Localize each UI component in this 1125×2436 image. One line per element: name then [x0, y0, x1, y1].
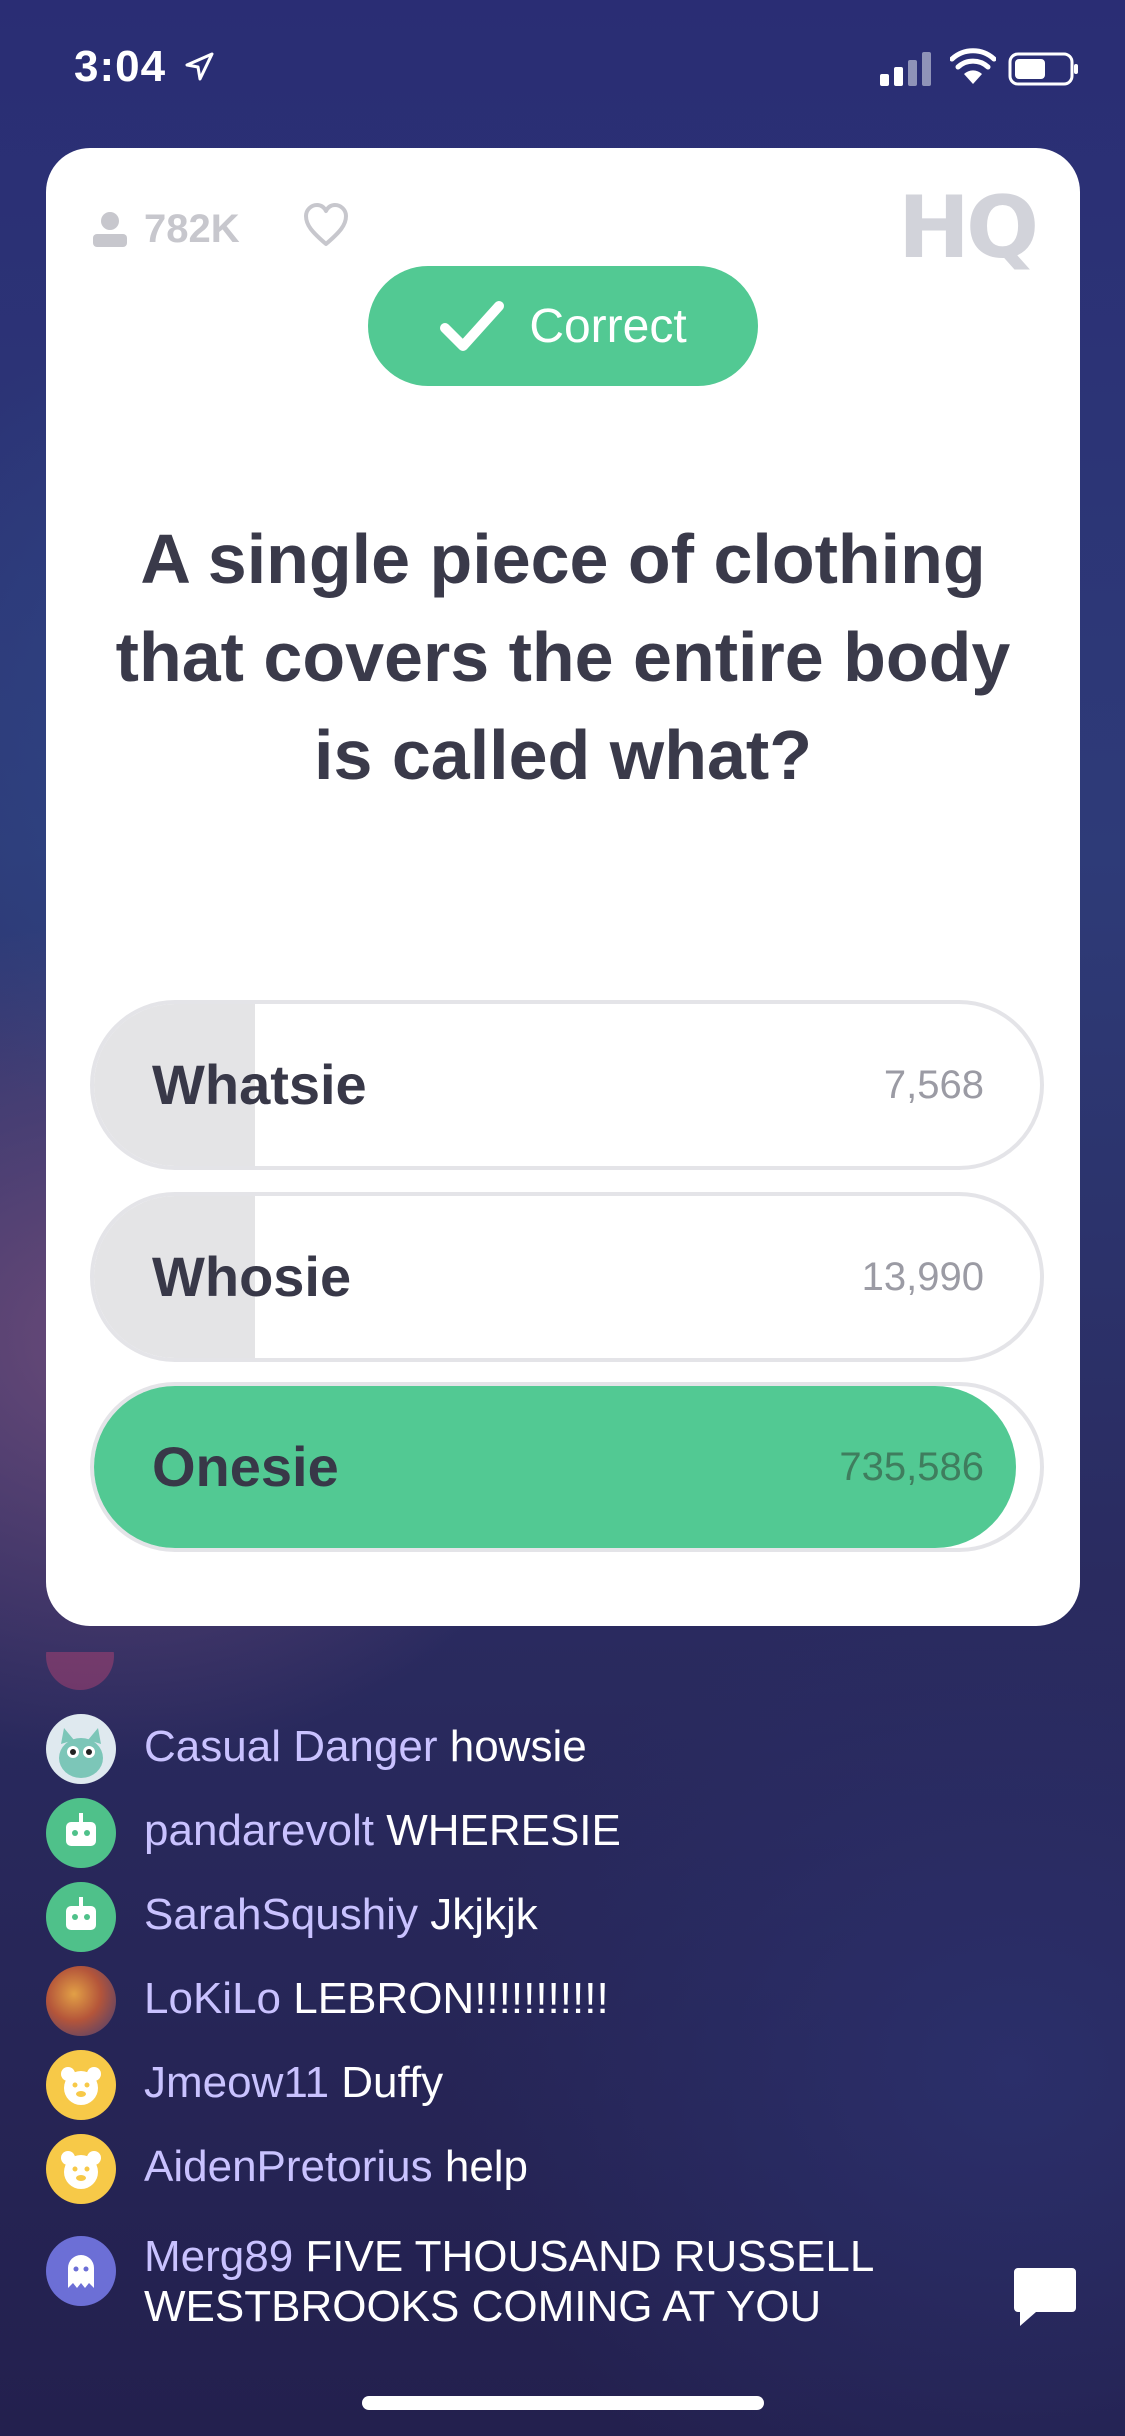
answer-option[interactable]: Whosie 13,990 [90, 1192, 1044, 1362]
correct-badge: Correct [368, 266, 758, 386]
answer-vote-count: 7,568 [883, 1063, 984, 1107]
location-arrow-icon [185, 52, 214, 81]
ghost-avatar [46, 2236, 116, 2306]
chat-username: AidenPretorius [144, 2142, 433, 2191]
chat-text: WHERESIE [386, 1806, 621, 1855]
chat-message: Casual Danger howsie [46, 1714, 986, 1784]
viewer-count-value: 782K [144, 206, 240, 251]
robot-avatar [46, 1798, 116, 1868]
question-card: 782K HQ Correct A single piece of clothi… [46, 148, 1080, 1626]
question-text: A single piece of clothing that covers t… [115, 520, 1011, 794]
answer-option[interactable]: Whatsie 7,568 [90, 1000, 1044, 1170]
battery-icon [1008, 52, 1078, 86]
heart-icon[interactable] [302, 202, 350, 248]
answer-text: Whosie [152, 1245, 352, 1308]
chat-faded-message [46, 1652, 646, 1692]
chat-bubble-icon[interactable] [1010, 2262, 1080, 2332]
chat-message: Merg89 FIVE THOUSAND RUSSELL WESTBROOKS … [46, 2232, 966, 2332]
check-icon [440, 301, 505, 351]
chat-username: Casual Danger [144, 1722, 438, 1771]
chat-text: Duffy [341, 2058, 444, 2107]
chat-message: SarahSqushiy Jkjkjk [46, 1882, 986, 1952]
chat-text: LEBRON!!!!!!!!!!! [293, 1974, 609, 2023]
bear-avatar [46, 2134, 116, 2204]
bear-avatar [46, 2050, 116, 2120]
chat-message: pandarevolt WHERESIE [46, 1798, 986, 1868]
result-label: Correct [529, 299, 687, 353]
status-time: 3:04 [74, 42, 167, 91]
status-bar: 3:04 [0, 0, 1125, 130]
chat-text: help [444, 2142, 529, 2191]
person-icon [93, 212, 127, 247]
chat-username: SarahSqushiy [144, 1890, 418, 1939]
chat-username: LoKiLo [144, 1974, 282, 2023]
chat-username: Jmeow11 [144, 2058, 330, 2107]
chat-message: Jmeow11 Duffy [46, 2050, 986, 2120]
wifi-icon [950, 48, 996, 84]
answer-text: Onesie [152, 1435, 339, 1498]
chat-text: Jkjkjk [430, 1890, 538, 1939]
cellular-signal-icon [880, 52, 931, 86]
hq-logo: HQ [898, 178, 1039, 278]
viewer-count: 782K [90, 204, 240, 254]
chat-message: LoKiLo LEBRON!!!!!!!!!!! [46, 1966, 986, 2036]
chat-username: Merg89 [144, 2232, 294, 2281]
robot-avatar [46, 1882, 116, 1952]
lion-avatar [46, 1966, 116, 2036]
cat-avatar [46, 1714, 116, 1784]
answer-text: Whatsie [152, 1053, 367, 1116]
home-indicator[interactable] [362, 2396, 764, 2410]
chat-message: AidenPretorius help [46, 2134, 986, 2204]
avatar [46, 1652, 114, 1690]
answer-vote-count: 735,586 [839, 1445, 984, 1489]
answer-option-correct[interactable]: Onesie 735,586 [90, 1382, 1044, 1552]
chat-username: pandarevolt [144, 1806, 374, 1855]
answer-vote-count: 13,990 [861, 1255, 984, 1299]
chat-text: howsie [449, 1722, 587, 1771]
